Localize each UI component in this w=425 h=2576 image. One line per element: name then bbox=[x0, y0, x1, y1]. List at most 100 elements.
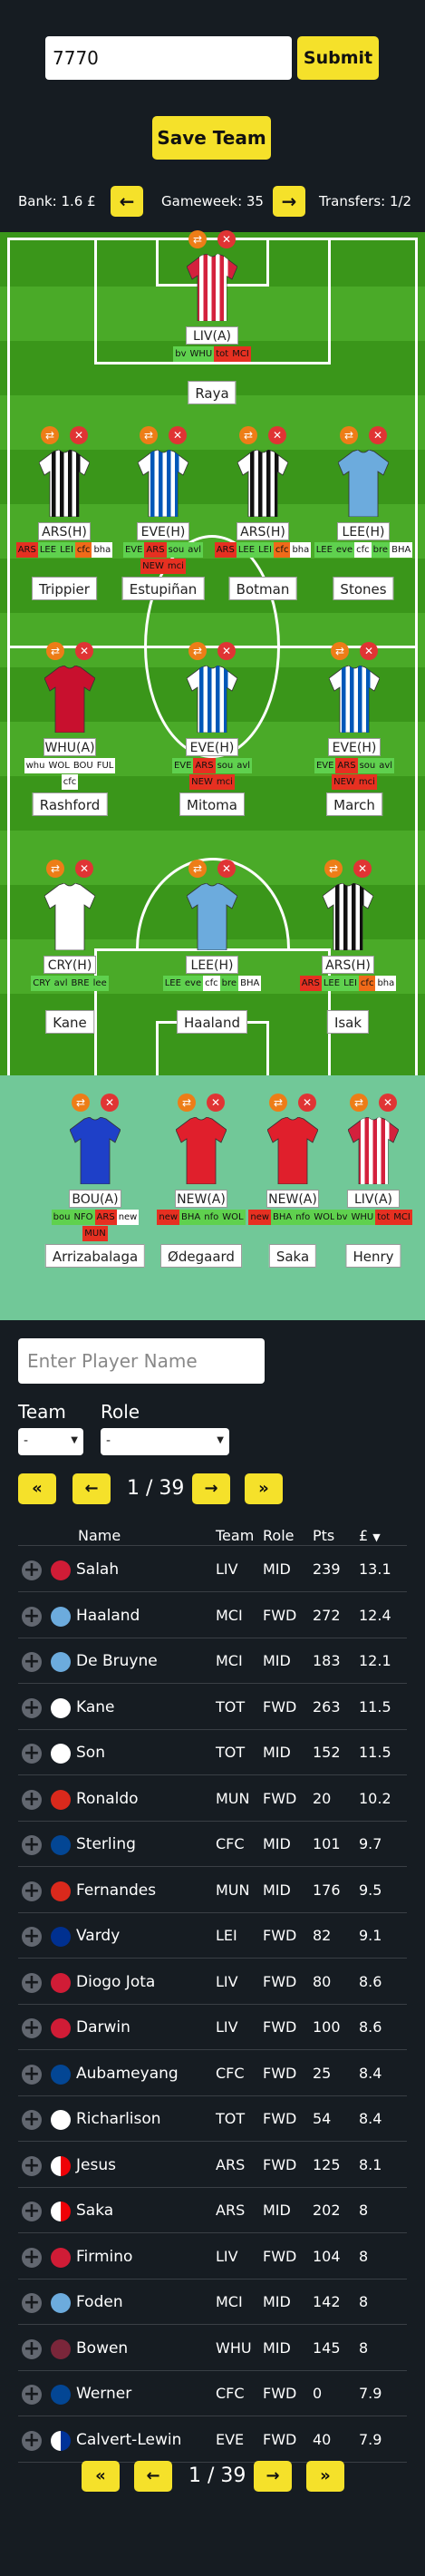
add-player-icon[interactable]: + bbox=[22, 1972, 42, 1993]
remove-icon[interactable]: ✕ bbox=[207, 1094, 225, 1112]
remove-icon[interactable]: ✕ bbox=[217, 860, 236, 878]
table-row[interactable]: + Ronaldo MUN FWD 20 10.2 bbox=[18, 1776, 407, 1822]
cell-role: MID bbox=[263, 2338, 291, 2357]
add-player-icon[interactable]: + bbox=[22, 1697, 42, 1718]
table-row[interactable]: + Son TOT MID 152 11.5 bbox=[18, 1730, 407, 1775]
swap-icon[interactable]: ⇄ bbox=[188, 642, 207, 660]
fixture-strip: EVE ARS sou avl NEW mci bbox=[113, 541, 213, 574]
cell-role: FWD bbox=[263, 2018, 297, 2036]
player-search-input[interactable]: Enter Player Name bbox=[18, 1338, 265, 1384]
table-row[interactable]: + Bowen WHU MID 145 8 bbox=[18, 2326, 407, 2371]
first-page-button[interactable]: « bbox=[18, 1473, 56, 1504]
submit-button[interactable]: Submit bbox=[297, 36, 379, 80]
swap-icon[interactable]: ⇄ bbox=[41, 426, 59, 444]
table-row[interactable]: + Sterling CFC MID 101 9.7 bbox=[18, 1822, 407, 1867]
swap-icon[interactable]: ⇄ bbox=[340, 426, 358, 444]
add-player-icon[interactable]: + bbox=[22, 1744, 42, 1764]
remove-icon[interactable]: ✕ bbox=[360, 642, 378, 660]
swap-icon[interactable]: ⇄ bbox=[331, 642, 349, 660]
table-row[interactable]: + Foden MCI MID 142 8 bbox=[18, 2280, 407, 2325]
first-page-button-bottom[interactable]: « bbox=[82, 2461, 120, 2492]
table-row[interactable]: + Saka ARS MID 202 8 bbox=[18, 2188, 407, 2233]
swap-icon[interactable]: ⇄ bbox=[46, 642, 64, 660]
table-row[interactable]: + Fernandes MUN MID 176 9.5 bbox=[18, 1868, 407, 1913]
col-header-pts[interactable]: Pts bbox=[313, 1527, 334, 1544]
swap-icon[interactable]: ⇄ bbox=[239, 426, 257, 444]
cell-name: Vardy bbox=[76, 1927, 121, 1945]
prev-page-button[interactable]: ← bbox=[72, 1473, 111, 1504]
table-row[interactable]: + Firmino LIV FWD 104 8 bbox=[18, 2234, 407, 2280]
add-player-icon[interactable]: + bbox=[22, 1927, 42, 1947]
remove-icon[interactable]: ✕ bbox=[101, 1094, 119, 1112]
save-team-button[interactable]: Save Team bbox=[152, 116, 271, 160]
remove-icon[interactable]: ✕ bbox=[298, 1094, 316, 1112]
table-row[interactable]: + De Bruyne MCI MID 183 12.1 bbox=[18, 1638, 407, 1684]
cell-team: LIV bbox=[216, 2247, 238, 2265]
add-player-icon[interactable]: + bbox=[22, 2338, 42, 2359]
add-player-icon[interactable]: + bbox=[22, 2155, 42, 2176]
swap-icon[interactable]: ⇄ bbox=[188, 230, 207, 248]
remove-icon[interactable]: ✕ bbox=[268, 426, 286, 444]
last-page-button-bottom[interactable]: » bbox=[306, 2461, 344, 2492]
cell-role: FWD bbox=[263, 1697, 297, 1716]
team-filter-select[interactable]: - ▼ bbox=[18, 1428, 83, 1455]
remove-icon[interactable]: ✕ bbox=[70, 426, 88, 444]
swap-icon[interactable]: ⇄ bbox=[140, 426, 158, 444]
add-player-icon[interactable]: + bbox=[22, 2293, 42, 2313]
swap-icon[interactable]: ⇄ bbox=[188, 860, 207, 878]
table-row[interactable]: + Salah LIV MID 239 13.1 bbox=[18, 1547, 407, 1592]
swap-icon[interactable]: ⇄ bbox=[72, 1094, 90, 1112]
col-header-name[interactable]: Name bbox=[78, 1527, 121, 1544]
add-player-icon[interactable]: + bbox=[22, 1606, 42, 1627]
add-player-icon[interactable]: + bbox=[22, 1652, 42, 1672]
table-row[interactable]: + Kane TOT FWD 263 11.5 bbox=[18, 1685, 407, 1730]
prev-page-button-bottom[interactable]: ← bbox=[134, 2461, 172, 2492]
swap-icon[interactable]: ⇄ bbox=[350, 1094, 368, 1112]
table-row[interactable]: + Darwin LIV FWD 100 8.6 bbox=[18, 2005, 407, 2050]
add-player-icon[interactable]: + bbox=[22, 2385, 42, 2405]
last-page-button[interactable]: » bbox=[245, 1473, 283, 1504]
add-player-icon[interactable]: + bbox=[22, 2064, 42, 2085]
add-player-icon[interactable]: + bbox=[22, 2247, 42, 2268]
add-player-icon[interactable]: + bbox=[22, 1789, 42, 1810]
remove-icon[interactable]: ✕ bbox=[217, 642, 236, 660]
table-row[interactable]: + Werner CFC FWD 0 7.9 bbox=[18, 2371, 407, 2416]
swap-icon[interactable]: ⇄ bbox=[178, 1094, 196, 1112]
next-page-button[interactable]: → bbox=[192, 1473, 230, 1504]
col-header-price[interactable]: £ ▼ bbox=[359, 1527, 381, 1544]
page-indicator-bottom: 1 / 39 bbox=[188, 2464, 246, 2487]
table-row[interactable]: + Richarlison TOT FWD 54 8.4 bbox=[18, 2096, 407, 2142]
remove-icon[interactable]: ✕ bbox=[353, 860, 372, 878]
col-header-team[interactable]: Team bbox=[216, 1527, 254, 1544]
table-row[interactable]: + Jesus ARS FWD 125 8.1 bbox=[18, 2143, 407, 2188]
add-player-icon[interactable]: + bbox=[22, 2110, 42, 2130]
remove-icon[interactable]: ✕ bbox=[169, 426, 187, 444]
role-filter-select[interactable]: - ▼ bbox=[101, 1428, 229, 1455]
add-player-icon[interactable]: + bbox=[22, 2202, 42, 2221]
col-header-role[interactable]: Role bbox=[263, 1527, 294, 1544]
table-row[interactable]: + Calvert-Lewin EVE FWD 40 7.9 bbox=[18, 2417, 407, 2463]
remove-icon[interactable]: ✕ bbox=[369, 426, 387, 444]
add-player-icon[interactable]: + bbox=[22, 1881, 42, 1901]
swap-icon[interactable]: ⇄ bbox=[324, 860, 343, 878]
table-row[interactable]: + Aubameyang CFC FWD 25 8.4 bbox=[18, 2051, 407, 2096]
next-gameweek-button[interactable]: → bbox=[273, 186, 305, 217]
remove-icon[interactable]: ✕ bbox=[217, 230, 236, 248]
remove-icon[interactable]: ✕ bbox=[75, 860, 93, 878]
table-row[interactable]: + Vardy LEI FWD 82 9.1 bbox=[18, 1913, 407, 1959]
table-row[interactable]: + Haaland MCI FWD 272 12.4 bbox=[18, 1593, 407, 1638]
swap-icon[interactable]: ⇄ bbox=[269, 1094, 287, 1112]
next-page-button-bottom[interactable]: → bbox=[254, 2461, 292, 2492]
prev-gameweek-button[interactable]: ← bbox=[111, 186, 143, 217]
table-row[interactable]: + Diogo Jota LIV FWD 80 8.6 bbox=[18, 1959, 407, 2005]
add-player-icon[interactable]: + bbox=[22, 2430, 42, 2451]
cell-team: LIV bbox=[216, 1972, 238, 1990]
add-player-icon[interactable]: + bbox=[22, 2018, 42, 2038]
team-id-input[interactable]: 7770 bbox=[45, 36, 292, 80]
add-player-icon[interactable]: + bbox=[22, 1835, 42, 1855]
cell-price: 8 bbox=[359, 2247, 369, 2265]
remove-icon[interactable]: ✕ bbox=[75, 642, 93, 660]
remove-icon[interactable]: ✕ bbox=[379, 1094, 397, 1112]
swap-icon[interactable]: ⇄ bbox=[46, 860, 64, 878]
add-player-icon[interactable]: + bbox=[22, 1560, 42, 1580]
